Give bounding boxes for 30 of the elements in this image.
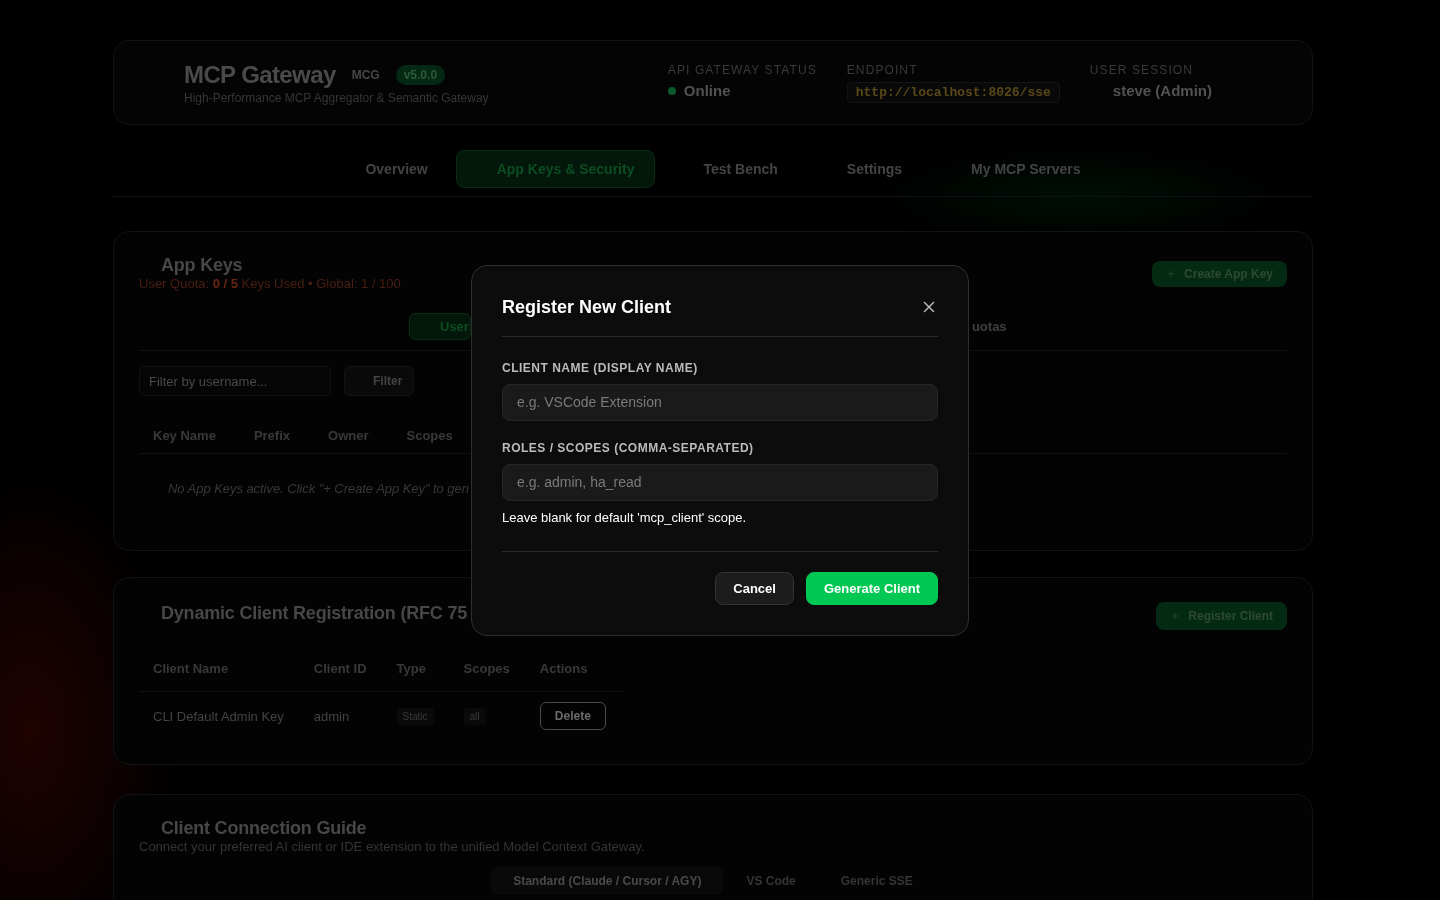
filter-field[interactable]: Filter by username... xyxy=(139,366,331,396)
field-label: CLIENT NAME (DISPLAY NAME) xyxy=(502,360,698,376)
field-label: ROLES / SCOPES (COMMA-SEPARATED) xyxy=(502,440,754,456)
endpoint-url: http://localhost:8026/sse xyxy=(846,81,1060,103)
table-cell: admin xyxy=(313,708,350,724)
status-text: Online xyxy=(683,81,731,100)
guide-tab[interactable]: Standard (Claude / Cursor / AGY) xyxy=(491,867,724,895)
nav-tab[interactable]: Settings xyxy=(805,150,924,188)
plus-icon xyxy=(1170,611,1181,621)
nav-tab[interactable]: Overview xyxy=(324,150,449,188)
cancel-button[interactable]: Cancel xyxy=(715,571,794,605)
generate-button[interactable]: Generate Client xyxy=(805,571,938,605)
section-title: Dynamic Client Registration (RFC 75 xyxy=(160,602,468,624)
help-text: Leave blank for default 'mcp_client' scope. xyxy=(502,509,747,526)
section-title: Client Connection Guide xyxy=(160,817,367,839)
filter-button[interactable]: Filter xyxy=(344,366,414,396)
nav-tab[interactable]: Test Bench xyxy=(662,150,799,188)
user-name: steve (Admin) xyxy=(1111,81,1212,100)
section-title: App Keys xyxy=(160,254,243,276)
app-title: MCP Gateway xyxy=(184,60,336,89)
table-cell: CLI Default Admin Key xyxy=(153,708,284,724)
nav-tab[interactable]: My MCP Servers xyxy=(930,150,1102,188)
input-field[interactable]: e.g. admin, ha_read xyxy=(502,463,938,501)
plus-icon xyxy=(1166,269,1177,279)
app-code: MCG xyxy=(351,67,380,82)
quota-text: User Quota: 0 / 5 Keys Used • Global: 1 / 100 xyxy=(139,276,401,292)
sub-tab[interactable]: uotas xyxy=(958,313,1020,340)
modal-title: Register New Client xyxy=(502,295,672,318)
input-field[interactable]: e.g. VSCode Extension xyxy=(502,383,938,421)
delete-button[interactable]: Delete xyxy=(539,702,606,730)
